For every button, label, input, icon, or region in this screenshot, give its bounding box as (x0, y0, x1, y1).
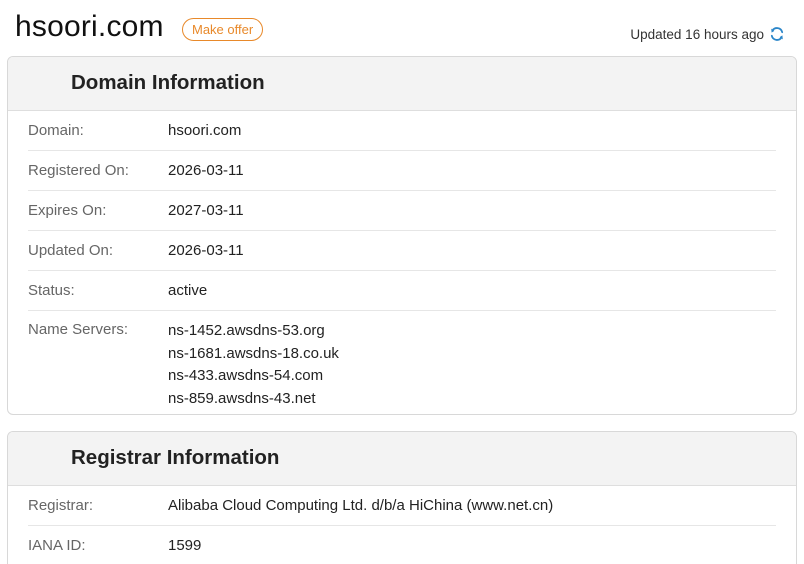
updated-text: Updated 16 hours ago (630, 26, 764, 42)
row-value: active (168, 282, 208, 299)
info-row-status: Status: active (28, 271, 776, 311)
domain-information-card: Domain Information Domain: hsoori.com Re… (7, 56, 797, 415)
row-label: Registrar: (28, 497, 94, 514)
domain-info-rows: Domain: hsoori.com Registered On: 2026-0… (8, 111, 796, 414)
make-offer-button[interactable]: Make offer (182, 18, 264, 41)
row-label: Name Servers: (28, 321, 129, 338)
row-label: IANA ID: (28, 537, 86, 554)
row-value: Alibaba Cloud Computing Ltd. d/b/a HiChi… (168, 497, 554, 514)
info-row-expires-on: Expires On: 2027-03-11 (28, 191, 776, 231)
name-server-item: ns-1681.awsdns-18.co.uk (168, 344, 339, 362)
page-header: hsoori.com Make offer Updated 16 hours a… (0, 0, 804, 56)
row-value: 2027-03-11 (168, 202, 244, 219)
name-server-list: ns-1452.awsdns-53.org ns-1681.awsdns-18.… (168, 320, 339, 410)
info-row-iana-id: IANA ID: 1599 (28, 526, 776, 564)
card-header: Domain Information (8, 57, 796, 111)
info-row-registered-on: Registered On: 2026-03-11 (28, 151, 776, 191)
card-title: Registrar Information (71, 446, 280, 469)
name-server-item: ns-433.awsdns-54.com (168, 367, 324, 384)
row-label: Expires On: (28, 202, 107, 219)
card-title: Domain Information (71, 71, 265, 94)
row-value: hsoori.com (168, 122, 242, 139)
row-value: 1599 (168, 537, 202, 554)
info-row-name-servers: Name Servers: ns-1452.awsdns-53.org ns-1… (28, 311, 776, 414)
name-server-item: ns-859.awsdns-43.net (168, 389, 316, 407)
domain-title: hsoori.com (15, 10, 164, 43)
registrar-information-card: Registrar Information Registrar: Alibaba… (7, 431, 797, 564)
updated-status: Updated 16 hours ago (630, 26, 785, 42)
row-value: 2026-03-11 (168, 242, 244, 259)
name-server-item: ns-1452.awsdns-53.org (168, 322, 325, 339)
row-label: Domain: (28, 122, 84, 139)
whois-page: hsoori.com Make offer Updated 16 hours a… (0, 0, 804, 564)
row-label: Updated On: (28, 242, 114, 259)
card-header: Registrar Information (8, 432, 796, 486)
row-label: Registered On: (28, 162, 129, 179)
row-label: Status: (28, 282, 75, 299)
refresh-icon[interactable] (769, 26, 785, 42)
registrar-info-rows: Registrar: Alibaba Cloud Computing Ltd. … (8, 486, 796, 564)
info-row-domain: Domain: hsoori.com (28, 111, 776, 151)
info-row-updated-on: Updated On: 2026-03-11 (28, 231, 776, 271)
row-value: 2026-03-11 (168, 162, 244, 179)
info-row-registrar: Registrar: Alibaba Cloud Computing Ltd. … (28, 486, 776, 526)
